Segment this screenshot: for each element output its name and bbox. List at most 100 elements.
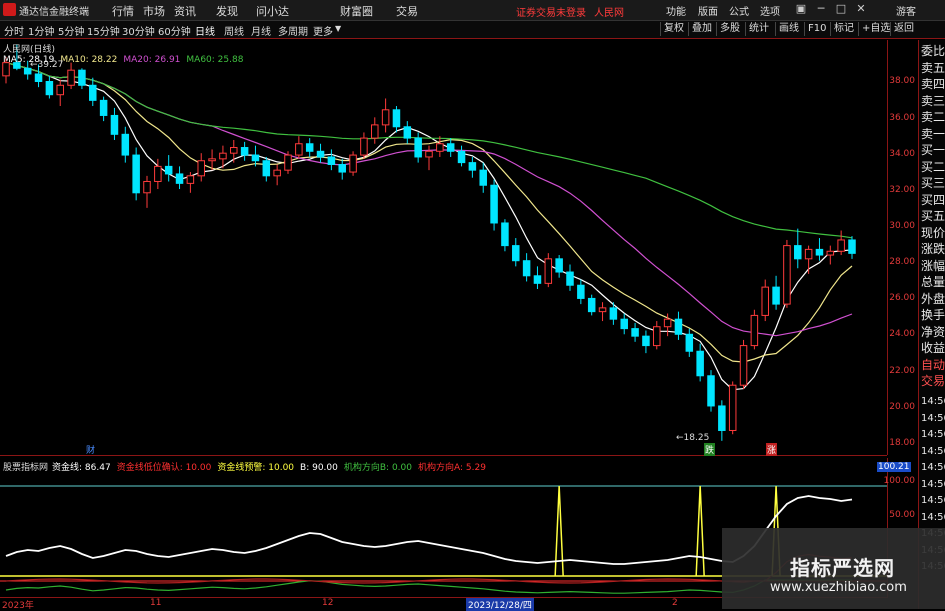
price-legend: 人民网(日线) <box>3 42 55 55</box>
side-item[interactable]: 自动 <box>921 358 945 373</box>
y-tick: 28.00 <box>889 257 915 267</box>
candle-body <box>609 307 618 320</box>
side-item: 卖五 <box>921 60 945 75</box>
quote-side-panel: 委比 卖五 卖四 卖三 卖二 卖一 买一 买二 买三 买四 买五 现价 涨跌 涨幅 总量 外盘 换手 净资 收益 自动… <box>918 40 945 609</box>
menu-market[interactable]: 市场 <box>143 3 165 19</box>
menu-options[interactable]: 选项 <box>760 3 780 18</box>
menu-discover[interactable]: 发现 <box>216 3 238 19</box>
y-tick: 26.00 <box>889 293 915 303</box>
add-watchlist-button[interactable]: +自选 <box>858 22 893 36</box>
side-time: 14:56 <box>921 396 945 407</box>
rise-marker[interactable]: 涨 <box>766 443 778 456</box>
skin-icon[interactable]: ▣ <box>794 2 808 16</box>
candle-body <box>468 162 477 171</box>
menu-ask[interactable]: 问小达 <box>256 3 289 19</box>
maximize-icon[interactable]: □ <box>834 2 848 16</box>
period-60min[interactable]: 60分钟 <box>158 23 191 38</box>
period-multi[interactable]: 多周期 <box>278 23 308 38</box>
y-tick: 50.00 <box>889 510 915 520</box>
candle-body <box>555 258 563 273</box>
candlestick-chart[interactable] <box>0 40 887 455</box>
app-title: 通达信金融终端 <box>19 7 89 18</box>
candle-body <box>587 297 596 313</box>
menu-trade[interactable]: 交易 <box>396 3 418 19</box>
side-item: 外盘 <box>921 291 945 306</box>
candle-body <box>728 384 737 431</box>
candle-body <box>512 245 520 262</box>
side-item: 卖一 <box>921 126 945 141</box>
close-icon[interactable]: ✕ <box>854 2 868 16</box>
period-30min[interactable]: 30分钟 <box>122 23 155 38</box>
candle-body <box>110 114 119 135</box>
candle-body <box>56 84 64 96</box>
side-time: 14:56 <box>921 511 945 523</box>
side-time: 14:56 <box>921 462 945 473</box>
candle-body <box>566 271 574 286</box>
candle-body <box>533 275 542 284</box>
watermark-url: www.xuezhibiao.com <box>770 580 907 595</box>
period-15min[interactable]: 15分钟 <box>87 23 120 38</box>
candle-body <box>490 184 498 224</box>
period-tick[interactable]: 分时 <box>4 23 24 38</box>
y-tick: 20.00 <box>889 402 915 412</box>
y-tick: 22.00 <box>889 366 915 376</box>
price-chart[interactable]: 人民网(日线) MA5: 28.19 MA10: 28.22 MA20: 26.91… <box>0 40 887 456</box>
f10-button[interactable]: F10 <box>804 22 829 36</box>
side-time: 14:56 <box>921 495 945 506</box>
candle-body <box>121 133 130 156</box>
multi-stock-button[interactable]: 多股 <box>716 22 743 36</box>
minimize-icon[interactable]: ─ <box>814 2 828 16</box>
stock-link[interactable]: 人民网 <box>594 4 624 19</box>
candle-body <box>653 326 661 347</box>
back-button[interactable]: 返回 <box>890 22 917 36</box>
candle-body <box>164 165 173 175</box>
period-more[interactable]: 更多 <box>313 23 333 38</box>
menu-news[interactable]: 资讯 <box>174 3 196 19</box>
menu-quotes[interactable]: 行情 <box>112 3 134 19</box>
mark-button[interactable]: 标记 <box>830 22 857 36</box>
y-tick: 38.00 <box>889 76 915 86</box>
menu-wealth[interactable]: 财富圈 <box>340 3 373 19</box>
overlay-button[interactable]: 叠加 <box>688 22 715 36</box>
adjust-button[interactable]: 复权 <box>660 22 687 36</box>
ma20-label: MA20: 26.91 <box>123 55 181 65</box>
candle-body <box>620 318 628 330</box>
login-notice[interactable]: 证券交易未登录 <box>516 4 586 19</box>
period-toolbar: 分时 1分钟 5分钟 15分钟 30分钟 60分钟 日线 周线 月线 多周期 更… <box>0 21 945 39</box>
candle-body <box>718 405 726 431</box>
side-time: 14:56 <box>921 429 945 440</box>
candle-body <box>99 99 108 116</box>
candle-body <box>186 175 195 184</box>
watermark-title: 指标严选网 <box>790 556 895 580</box>
candle-body <box>522 260 531 277</box>
candle-body <box>262 160 271 177</box>
y-tick: 100.00 <box>883 476 916 486</box>
ma60-label: MA60: 25.88 <box>186 55 244 65</box>
draw-button[interactable]: 画线 <box>775 22 802 36</box>
menu-function[interactable]: 功能 <box>666 3 686 18</box>
side-item: 买三 <box>921 176 945 190</box>
stats-button[interactable]: 统计 <box>745 22 772 36</box>
fall-marker[interactable]: 跌 <box>704 443 716 456</box>
side-item: 委比 <box>921 44 945 58</box>
menu-layout[interactable]: 版面 <box>698 3 718 18</box>
more-chevron-icon[interactable]: ▼ <box>335 24 341 33</box>
guest-label[interactable]: 游客 <box>896 3 916 18</box>
candle-body <box>295 143 303 156</box>
period-monthly[interactable]: 月线 <box>251 23 271 38</box>
candle-body <box>403 126 412 139</box>
candle-body <box>284 154 292 171</box>
ma10-label: MA10: 28.22 <box>60 55 118 65</box>
period-weekly[interactable]: 周线 <box>224 23 244 38</box>
period-daily[interactable]: 日线 <box>195 23 215 38</box>
finance-marker[interactable]: 财 <box>86 443 95 456</box>
alarm-spike <box>554 485 564 577</box>
period-1min[interactable]: 1分钟 <box>28 23 54 38</box>
candle-body <box>34 73 43 82</box>
date-tick: 12 <box>322 598 334 608</box>
high-price-label: ←39.27 <box>30 60 64 70</box>
period-5min[interactable]: 5分钟 <box>58 23 84 38</box>
menu-formula[interactable]: 公式 <box>729 3 749 18</box>
side-item[interactable]: 交易 <box>921 374 945 389</box>
candle-body <box>338 164 346 173</box>
